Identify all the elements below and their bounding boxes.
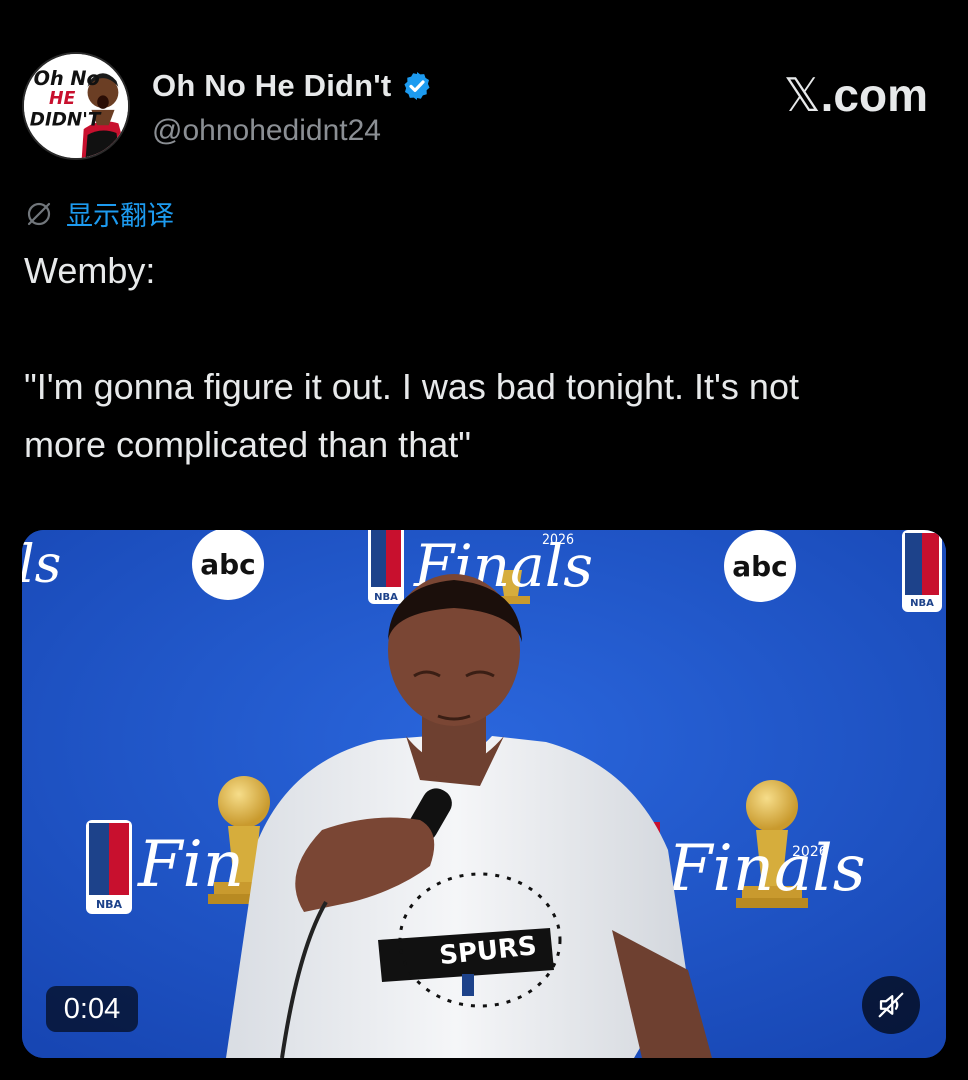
backdrop-year-top: 2026 — [542, 532, 574, 548]
svg-text:NBA: NBA — [374, 592, 398, 603]
author-avatar[interactable]: Oh No HE DIDN'T — [22, 52, 130, 160]
backdrop-finals-wordmark-right: Finals — [667, 832, 866, 906]
video-player[interactable]: ls abc abc NBA Finals 2026 NBA NBA Fin F… — [22, 530, 946, 1058]
svg-text:NBA: NBA — [910, 598, 934, 609]
brand-suffix: .com — [820, 69, 928, 121]
author-handle[interactable]: @ohnohedidnt24 — [152, 114, 381, 148]
tweet-text-line: "I'm gonna figure it out. I was bad toni… — [24, 366, 799, 407]
show-translation-label[interactable]: 显示翻译 — [66, 194, 174, 233]
svg-text:DIDN'T: DIDN'T — [30, 109, 102, 130]
no-translation-globe-icon — [27, 202, 51, 225]
backdrop-finals-partial-center: Fin — [137, 828, 244, 902]
backdrop-finals-partial-left: ls — [22, 535, 61, 595]
avatar-logo-image: Oh No HE DIDN'T — [24, 54, 128, 158]
nba-logo-bottom-left: NBA — [86, 820, 132, 914]
show-translation-link[interactable]: 显示翻译 — [24, 194, 174, 233]
abc-logo-text: abc — [732, 550, 788, 583]
svg-text:NBA: NBA — [96, 898, 123, 911]
svg-text:Oh No: Oh No — [34, 67, 100, 90]
author-name-row: Oh No He Didn't — [152, 68, 433, 104]
x-logo-icon: 𝕏 — [783, 68, 821, 122]
speaker-muted-icon — [878, 992, 904, 1018]
press-conference-video-frame: ls abc abc NBA Finals 2026 NBA NBA Fin F… — [22, 530, 946, 1058]
backdrop-year-right: 2026 — [792, 844, 828, 860]
tweet-text-line: more complicated than that" — [24, 424, 472, 465]
nba-logo-top-right: NBA — [902, 530, 942, 612]
video-timestamp: 0:04 — [46, 986, 138, 1032]
mute-toggle-button[interactable] — [862, 976, 920, 1034]
author-display-name[interactable]: Oh No He Didn't — [152, 68, 391, 104]
tweet-text: Wemby: "I'm gonna figure it out. I was b… — [24, 242, 944, 474]
svg-text:HE: HE — [49, 89, 76, 109]
nba-logo-top-center: NBA — [368, 530, 404, 604]
tweet-text-line: Wemby: — [24, 250, 156, 291]
x-dot-com-logo: 𝕏 .com — [784, 68, 928, 122]
tweet-text-blank-line — [24, 300, 944, 358]
tweet-header: Oh No HE DIDN'T Oh No He Didn't @ohnohed… — [22, 52, 946, 162]
verified-badge-icon — [404, 72, 430, 100]
abc-logo-text: abc — [200, 548, 256, 581]
